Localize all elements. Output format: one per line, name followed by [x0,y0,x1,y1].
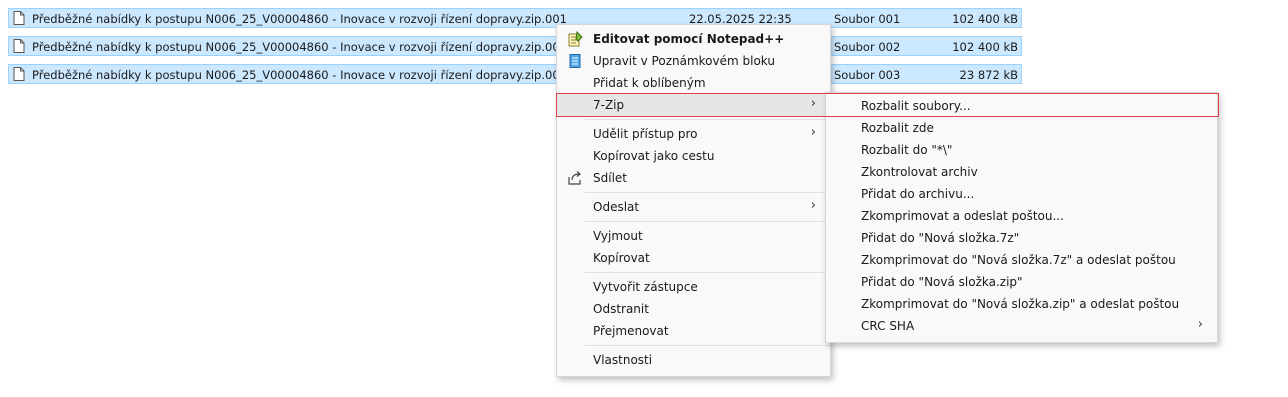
submenu-item-label: Přidat do archivu... [861,187,975,201]
submenu-item-label: Zkomprimovat a odeslat poštou... [861,209,1064,223]
menu-separator [585,345,830,346]
file-icon [13,39,25,53]
chevron-right-icon: › [1197,317,1203,332]
menu-separator [585,221,830,222]
submenu-7zip: Rozbalit soubory... Rozbalit zde Rozbali… [825,92,1218,343]
menu-item-edit-notepadpp[interactable]: Editovat pomocí Notepad++ [557,28,830,50]
submenu-item-label: Rozbalit do "*\" [861,143,953,157]
submenu-item-label: Zkontrolovat archiv [861,165,978,179]
menu-item-label: Vyjmout [593,229,643,243]
file-name: Předběžné nabídky k postupu N006_25_V000… [32,68,567,82]
menu-separator [585,272,830,273]
share-icon [568,171,581,185]
menu-item-create-shortcut[interactable]: Vytvořit zástupce [557,276,830,298]
menu-item-properties[interactable]: Vlastnosti [557,349,830,371]
chevron-right-icon: › [810,198,816,213]
file-name: Předběžné nabídky k postupu N006_25_V000… [32,40,567,54]
submenu-item-compress-zip-email[interactable]: Zkomprimovat do "Nová složka.zip" a odes… [826,293,1217,315]
menu-item-label: Udělit přístup pro [593,127,698,141]
notepadpp-icon [568,31,583,47]
menu-item-rename[interactable]: Přejmenovat [557,320,830,342]
menu-item-label: Kopírovat [593,251,650,265]
menu-item-send-to[interactable]: Odeslat › [557,196,830,218]
file-size: 23 872 kB [959,68,1018,82]
menu-item-edit-notepad[interactable]: Upravit v Poznámkovém bloku [557,50,830,72]
menu-item-label: Odeslat [593,200,640,214]
menu-item-delete[interactable]: Odstranit [557,298,830,320]
file-type: Soubor 003 [834,68,901,82]
menu-item-label: Upravit v Poznámkovém bloku [593,54,775,68]
menu-separator [585,119,830,120]
menu-separator [585,192,830,193]
file-icon [13,67,25,81]
file-size: 102 400 kB [952,12,1018,26]
menu-item-label: Sdílet [593,171,627,185]
submenu-item-compress-email[interactable]: Zkomprimovat a odeslat poštou... [826,205,1217,227]
menu-item-label: Kopírovat jako cestu [593,149,715,163]
chevron-right-icon: › [810,125,816,140]
submenu-item-test-archive[interactable]: Zkontrolovat archiv [826,161,1217,183]
submenu-item-label: Rozbalit zde [861,121,934,135]
menu-item-label: Editovat pomocí Notepad++ [593,32,785,46]
file-icon [13,11,25,25]
menu-item-label: Vytvořit zástupce [593,280,698,294]
menu-item-label: Vlastnosti [593,353,653,367]
menu-item-label: Odstranit [593,302,649,316]
submenu-item-add-to-zip[interactable]: Přidat do "Nová složka.zip" [826,271,1217,293]
file-size: 102 400 kB [952,40,1018,54]
menu-item-label: Přidat k oblíbeným [593,76,706,90]
file-row[interactable]: Předběžné nabídky k postupu N006_25_V000… [8,36,1022,56]
file-row[interactable]: Předběžné nabídky k postupu N006_25_V000… [8,8,1022,28]
submenu-item-crc-sha[interactable]: CRC SHA › [826,315,1217,337]
menu-item-share[interactable]: Sdílet [557,167,830,189]
file-name: Předběžné nabídky k postupu N006_25_V000… [32,12,567,26]
highlight-box [556,93,1219,117]
submenu-item-extract-here[interactable]: Rozbalit zde [826,117,1217,139]
context-menu: Editovat pomocí Notepad++ Upravit v Pozn… [556,24,831,377]
submenu-item-add-to-7z[interactable]: Přidat do "Nová složka.7z" [826,227,1217,249]
submenu-item-extract-to[interactable]: Rozbalit do "*\" [826,139,1217,161]
submenu-item-label: Přidat do "Nová složka.zip" [861,275,1023,289]
menu-item-copy[interactable]: Kopírovat [557,247,830,269]
menu-item-grant-access[interactable]: Udělit přístup pro › [557,123,830,145]
submenu-item-add-to-archive[interactable]: Přidat do archivu... [826,183,1217,205]
submenu-item-label: Přidat do "Nová složka.7z" [861,231,1020,245]
submenu-item-label: CRC SHA [861,319,915,333]
file-type: Soubor 002 [834,40,901,54]
menu-item-label: Přejmenovat [593,324,669,338]
menu-item-cut[interactable]: Vyjmout [557,225,830,247]
file-type: Soubor 001 [834,12,901,26]
file-row[interactable]: Předběžné nabídky k postupu N006_25_V000… [8,64,1022,84]
menu-item-copy-path[interactable]: Kopírovat jako cestu [557,145,830,167]
submenu-item-compress-7z-email[interactable]: Zkomprimovat do "Nová složka.7z" a odesl… [826,249,1217,271]
notepad-icon [569,54,581,68]
submenu-item-label: Zkomprimovat do "Nová složka.7z" a odesl… [861,253,1176,267]
menu-item-add-favorites[interactable]: Přidat k oblíbeným [557,72,830,94]
submenu-item-label: Zkomprimovat do "Nová složka.zip" a odes… [861,297,1180,311]
